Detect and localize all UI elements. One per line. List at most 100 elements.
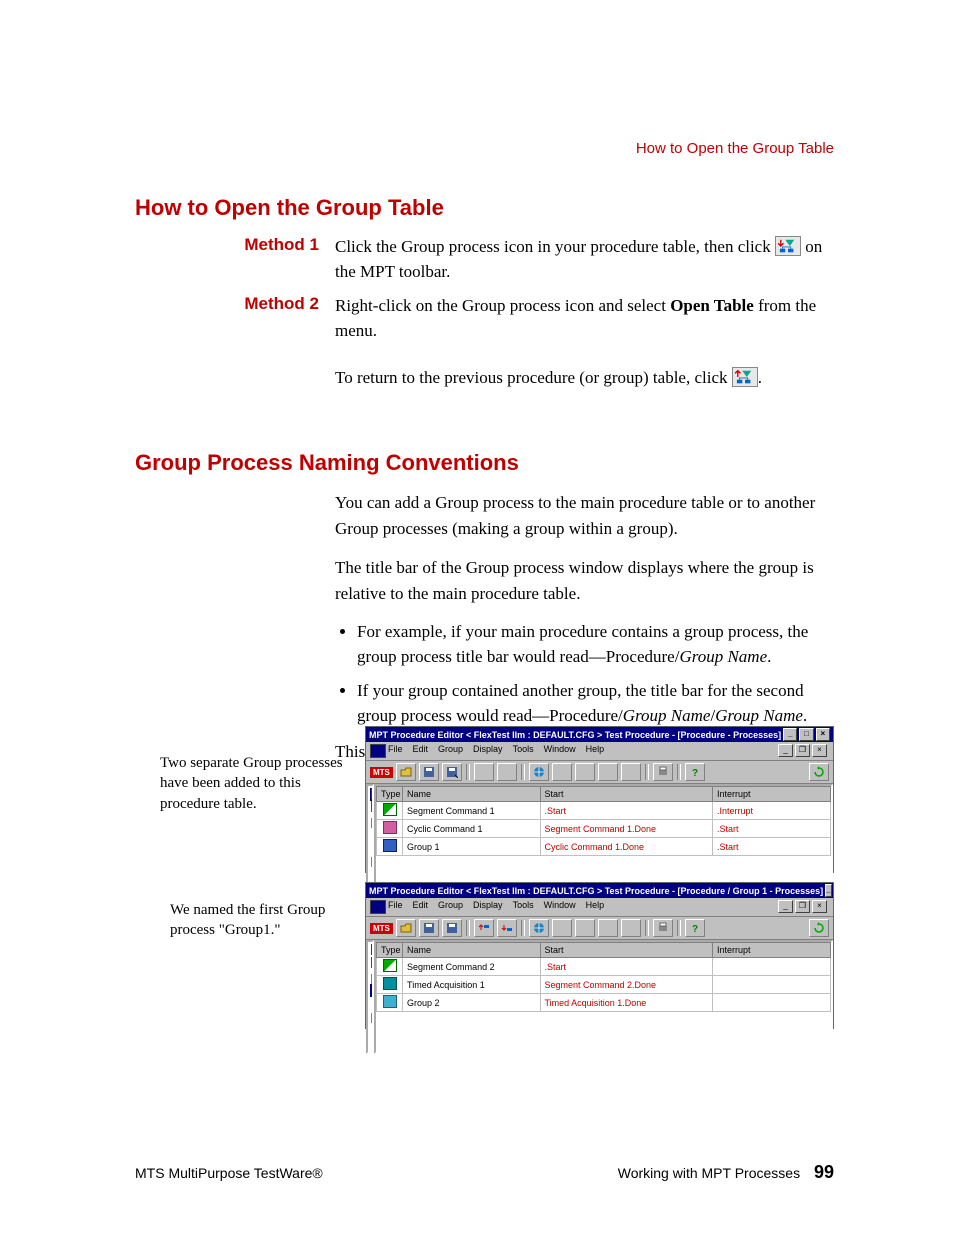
col-type[interactable]: Type	[377, 787, 403, 802]
save-as-icon[interactable]	[442, 919, 462, 937]
shot2-tree[interactable]: Segment Command 1Cyclic Command 1−Group …	[366, 940, 374, 1054]
mdi-close-button[interactable]: ×	[812, 900, 827, 913]
table-row[interactable]: Cyclic Command 1Segment Command 1.Done.S…	[377, 820, 831, 838]
mts-logo-icon: MTS	[370, 767, 393, 778]
menu-edit[interactable]: Edit	[413, 744, 429, 757]
screenshot-2: MPT Procedure Editor < FlexTest IIm : DE…	[365, 882, 834, 1029]
menu-group[interactable]: Group	[438, 744, 463, 757]
tree-item[interactable]: −Group 2	[370, 1010, 372, 1023]
shot1-title: MPT Procedure Editor < FlexTest IIm : DE…	[369, 730, 781, 740]
return-up-icon	[732, 367, 758, 387]
open-file-icon[interactable]	[396, 763, 416, 781]
save-icon[interactable]	[419, 763, 439, 781]
table-row[interactable]: Group 1Cyclic Command 1.Done.Start	[377, 838, 831, 856]
shot1-menubar: File Edit Group Display Tools Window Hel…	[366, 742, 833, 761]
menu-file[interactable]: File	[388, 744, 403, 757]
table-row[interactable]: Group 2Timed Acquisition 1.Done	[377, 994, 831, 1012]
method1-label: Method 1	[135, 235, 335, 255]
tree-item[interactable]: −Group 2	[370, 854, 372, 867]
mdi-system-icon[interactable]	[370, 900, 386, 914]
nav-down-icon[interactable]	[497, 919, 517, 937]
print-icon[interactable]	[653, 919, 673, 937]
method2-label: Method 2	[135, 294, 335, 314]
col-type[interactable]: Type	[377, 943, 403, 958]
menu-tools[interactable]: Tools	[513, 744, 534, 757]
mdi-restore-button[interactable]: ❐	[795, 900, 810, 913]
tool-e-icon[interactable]	[598, 763, 618, 781]
tool-e-icon[interactable]	[598, 919, 618, 937]
menu-window[interactable]: Window	[544, 744, 576, 757]
tree-item[interactable]: −Group 1	[370, 971, 372, 984]
s2-p1: You can add a Group process to the main …	[335, 490, 834, 541]
save-as-icon[interactable]	[442, 763, 462, 781]
mts-logo-icon: MTS	[370, 923, 393, 934]
menu-display[interactable]: Display	[473, 900, 503, 913]
menu-display[interactable]: Display	[473, 744, 503, 757]
tree-item[interactable]: Segment Command 1	[370, 944, 372, 957]
shot2-grid[interactable]: Type Name Start Interrupt Segment Comman…	[374, 940, 833, 1054]
mdi-minimize-button[interactable]: _	[778, 900, 793, 913]
tree-item[interactable]: Cyclic Command 1	[370, 957, 372, 970]
menu-file[interactable]: File	[388, 900, 403, 913]
table-row[interactable]: Segment Command 1.Start.Interrupt	[377, 802, 831, 820]
col-name[interactable]: Name	[403, 943, 540, 958]
nav-up-icon[interactable]	[474, 919, 494, 937]
help-icon[interactable]: ?	[685, 919, 705, 937]
print-icon[interactable]	[653, 763, 673, 781]
page-footer: MTS MultiPurpose TestWare® Working with …	[135, 1162, 834, 1183]
tool-d-icon[interactable]	[575, 763, 595, 781]
footer-left: MTS MultiPurpose TestWare®	[135, 1165, 323, 1181]
tool-a-icon[interactable]	[474, 763, 494, 781]
tool-b-icon[interactable]	[497, 763, 517, 781]
globe-icon[interactable]	[529, 919, 549, 937]
shot2-toolbar: MTS ?	[366, 917, 833, 940]
help-icon[interactable]: ?	[685, 763, 705, 781]
shot1-tree[interactable]: Segment Command 1Cyclic Command 1−Group …	[366, 784, 374, 898]
menu-tools[interactable]: Tools	[513, 900, 534, 913]
tree-item[interactable]: Segment Command 1	[370, 788, 372, 801]
shot1-grid[interactable]: Type Name Start Interrupt Segment Comman…	[374, 784, 833, 898]
menu-edit[interactable]: Edit	[413, 900, 429, 913]
reload-icon[interactable]	[809, 919, 829, 937]
mdi-system-icon[interactable]	[370, 744, 386, 758]
tool-c-icon[interactable]	[552, 919, 572, 937]
footer-right: Working with MPT Processes	[618, 1165, 800, 1181]
open-file-icon[interactable]	[396, 919, 416, 937]
mdi-minimize-button[interactable]: _	[778, 744, 793, 757]
menu-help[interactable]: Help	[586, 744, 605, 757]
running-header: How to Open the Group Table	[636, 140, 834, 157]
menu-help[interactable]: Help	[586, 900, 605, 913]
tool-c-icon[interactable]	[552, 763, 572, 781]
table-row[interactable]: Segment Command 2.Start	[377, 958, 831, 976]
col-start[interactable]: Start	[540, 787, 713, 802]
save-icon[interactable]	[419, 919, 439, 937]
return-text-a: To return to the previous procedure (or …	[335, 368, 732, 387]
minimize-button[interactable]: _	[783, 728, 797, 741]
table-row[interactable]: Timed Acquisition 1Segment Command 2.Don…	[377, 976, 831, 994]
tool-f-icon[interactable]	[621, 763, 641, 781]
tool-d-icon[interactable]	[575, 919, 595, 937]
screenshot-1: MPT Procedure Editor < FlexTest IIm : DE…	[365, 726, 834, 873]
col-start[interactable]: Start	[540, 943, 713, 958]
tool-f-icon[interactable]	[621, 919, 641, 937]
callout-1: Two separate Group processes have been a…	[160, 753, 350, 814]
col-interrupt[interactable]: Interrupt	[713, 943, 831, 958]
menu-window[interactable]: Window	[544, 900, 576, 913]
shot1-toolbar: MTS ?	[366, 761, 833, 784]
minimize-button[interactable]: _	[825, 884, 831, 897]
globe-icon[interactable]	[529, 763, 549, 781]
col-name[interactable]: Name	[403, 787, 540, 802]
menu-group[interactable]: Group	[438, 900, 463, 913]
mdi-restore-button[interactable]: ❐	[795, 744, 810, 757]
close-button[interactable]: ×	[816, 728, 830, 741]
mdi-close-button[interactable]: ×	[812, 744, 827, 757]
reload-icon[interactable]	[809, 763, 829, 781]
maximize-button[interactable]: □	[799, 728, 813, 741]
svg-text:?: ?	[692, 924, 698, 934]
method1-body: Click the Group process icon in your pro…	[335, 235, 834, 284]
s2-p2: The title bar of the Group process windo…	[335, 555, 834, 606]
tree-item[interactable]: Cyclic Command 1	[370, 801, 372, 814]
col-interrupt[interactable]: Interrupt	[713, 787, 831, 802]
tree-item[interactable]: −Group 1	[370, 815, 372, 828]
shot1-titlebar: MPT Procedure Editor < FlexTest IIm : DE…	[366, 727, 833, 742]
